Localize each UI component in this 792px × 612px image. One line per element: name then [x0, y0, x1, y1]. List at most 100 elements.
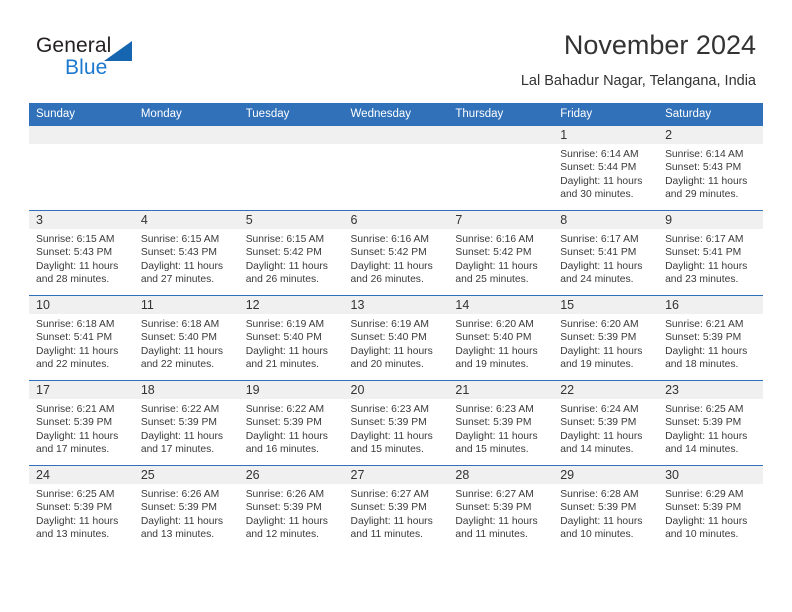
daylight-line-cont: and 26 minutes. — [245, 274, 319, 286]
day-details: Sunrise: 6:22 AM Sunset: 5:39 PM Daylight:… — [239, 399, 344, 457]
calendar-day-cell[interactable]: 4 Sunrise: 6:15 AM Sunset: 5:43 PM Daylight… — [133, 210, 239, 296]
daylight-line-cont: and 23 minutes. — [665, 274, 739, 286]
day-number: 14 — [448, 296, 554, 314]
title-block: November 2024 Lal Bahadur Nagar, Telanga… — [521, 28, 756, 91]
calendar-day-cell[interactable]: 29 Sunrise: 6:28 AM Sunset: 5:39 PM Dayligh… — [553, 465, 659, 550]
sunset-line: Sunset: 5:40 PM — [140, 332, 217, 344]
sunset-line: Sunset: 5:39 PM — [350, 502, 427, 514]
sunrise-line: Sunrise: 6:16 AM — [455, 234, 534, 245]
calendar-day-cell[interactable]: 28 Sunrise: 6:27 AM Sunset: 5:39 PM Dayligh… — [448, 465, 554, 550]
daylight-line-cont: and 18 minutes. — [665, 359, 739, 371]
calendar-header-row: Sunday Monday Tuesday Wednesday Thursday… — [29, 103, 763, 126]
day-number — [238, 126, 344, 144]
day-cell-inner — [29, 126, 134, 210]
sunrise-line: Sunrise: 6:16 AM — [350, 234, 429, 245]
sunrise-line: Sunrise: 6:14 AM — [560, 149, 639, 160]
daylight-line: Daylight: 11 hours — [560, 175, 643, 187]
calendar-day-cell[interactable]: 13 Sunrise: 6:19 AM Sunset: 5:40 PM Dayligh… — [343, 295, 449, 381]
day-number: 27 — [343, 466, 449, 484]
day-details: Sunrise: 6:19 AM Sunset: 5:40 PM Daylight:… — [344, 314, 449, 372]
day-details — [239, 144, 344, 148]
calendar-day-cell[interactable]: 26 Sunrise: 6:26 AM Sunset: 5:39 PM Dayligh… — [238, 465, 344, 550]
weekday-header-thursday: Thursday — [448, 103, 554, 126]
calendar-day-cell[interactable]: 1 Sunrise: 6:14 AM Sunset: 5:44 PM Daylight… — [553, 125, 659, 211]
calendar-day-cell[interactable]: 2 Sunrise: 6:14 AM Sunset: 5:43 PM Daylight… — [658, 125, 763, 211]
calendar-day-cell[interactable]: 19 Sunrise: 6:22 AM Sunset: 5:39 PM Dayligh… — [238, 380, 344, 466]
day-cell-inner: 15 Sunrise: 6:20 AM Sunset: 5:39 PM Dayligh… — [553, 296, 659, 380]
calendar-day-cell[interactable]: 3 Sunrise: 6:15 AM Sunset: 5:43 PM Daylight… — [29, 210, 134, 296]
weekday-header-monday: Monday — [133, 103, 239, 126]
day-number: 15 — [553, 296, 659, 314]
calendar-day-cell[interactable]: 24 Sunrise: 6:25 AM Sunset: 5:39 PM Dayligh… — [29, 465, 134, 550]
day-cell-inner: 29 Sunrise: 6:28 AM Sunset: 5:39 PM Dayligh… — [553, 466, 659, 550]
calendar-day-cell[interactable]: 11 Sunrise: 6:18 AM Sunset: 5:40 PM Dayligh… — [133, 295, 239, 381]
sunrise-line: Sunrise: 6:19 AM — [350, 319, 429, 330]
daylight-line: Daylight: 11 hours — [350, 345, 433, 357]
daylight-line-cont: and 21 minutes. — [245, 359, 319, 371]
daylight-line-cont: and 29 minutes. — [665, 189, 739, 201]
day-cell-inner: 30 Sunrise: 6:29 AM Sunset: 5:39 PM Dayligh… — [658, 466, 763, 550]
day-cell-inner — [238, 126, 344, 210]
calendar-day-cell-empty — [29, 125, 134, 211]
day-number: 3 — [29, 211, 134, 229]
sunset-line: Sunset: 5:39 PM — [36, 417, 113, 429]
day-details: Sunrise: 6:15 AM Sunset: 5:43 PM Daylight:… — [29, 229, 134, 287]
calendar-day-cell[interactable]: 6 Sunrise: 6:16 AM Sunset: 5:42 PM Daylight… — [343, 210, 449, 296]
day-number: 18 — [133, 381, 239, 399]
sunrise-line: Sunrise: 6:25 AM — [665, 404, 744, 415]
day-number: 28 — [448, 466, 554, 484]
day-cell-inner — [448, 126, 554, 210]
day-number: 6 — [343, 211, 449, 229]
day-cell-inner: 23 Sunrise: 6:25 AM Sunset: 5:39 PM Dayligh… — [658, 381, 763, 465]
daylight-line-cont: and 22 minutes. — [36, 359, 110, 371]
day-details: Sunrise: 6:20 AM Sunset: 5:39 PM Daylight:… — [553, 314, 658, 372]
calendar-day-cell[interactable]: 20 Sunrise: 6:23 AM Sunset: 5:39 PM Dayligh… — [343, 380, 449, 466]
calendar-day-cell[interactable]: 14 Sunrise: 6:20 AM Sunset: 5:40 PM Dayligh… — [448, 295, 554, 381]
calendar-day-cell[interactable]: 30 Sunrise: 6:29 AM Sunset: 5:39 PM Dayligh… — [658, 465, 763, 550]
weekday-header-friday: Friday — [553, 103, 659, 126]
day-cell-inner: 24 Sunrise: 6:25 AM Sunset: 5:39 PM Dayligh… — [29, 466, 134, 550]
logo-text-blue: Blue — [65, 56, 108, 79]
sunrise-line: Sunrise: 6:15 AM — [140, 234, 220, 245]
sunrise-line: Sunrise: 6:29 AM — [665, 489, 744, 500]
calendar-day-cell[interactable]: 17 Sunrise: 6:21 AM Sunset: 5:39 PM Dayligh… — [29, 380, 134, 466]
sunset-line: Sunset: 5:39 PM — [455, 417, 532, 429]
calendar-day-cell[interactable]: 8 Sunrise: 6:17 AM Sunset: 5:41 PM Daylight… — [553, 210, 659, 296]
daylight-line: Daylight: 11 hours — [455, 430, 538, 442]
sunset-line: Sunset: 5:41 PM — [36, 332, 113, 344]
sunset-line: Sunset: 5:42 PM — [245, 247, 322, 259]
sunrise-line: Sunrise: 6:14 AM — [665, 149, 744, 160]
daylight-line-cont: and 26 minutes. — [350, 274, 424, 286]
calendar-day-cell[interactable]: 7 Sunrise: 6:16 AM Sunset: 5:42 PM Daylight… — [448, 210, 554, 296]
calendar-day-cell[interactable]: 18 Sunrise: 6:22 AM Sunset: 5:39 PM Dayligh… — [133, 380, 239, 466]
calendar-day-cell-empty — [343, 125, 449, 211]
calendar-day-cell[interactable]: 10 Sunrise: 6:18 AM Sunset: 5:41 PM Dayligh… — [29, 295, 134, 381]
day-number: 21 — [448, 381, 554, 399]
daylight-line-cont: and 16 minutes. — [245, 444, 319, 456]
day-cell-inner: 2 Sunrise: 6:14 AM Sunset: 5:43 PM Daylight… — [658, 126, 763, 210]
calendar-day-cell[interactable]: 16 Sunrise: 6:21 AM Sunset: 5:39 PM Dayligh… — [658, 295, 763, 381]
calendar-day-cell[interactable]: 21 Sunrise: 6:23 AM Sunset: 5:39 PM Dayligh… — [448, 380, 554, 466]
daylight-line-cont: and 15 minutes. — [455, 444, 529, 456]
calendar-day-cell[interactable]: 25 Sunrise: 6:26 AM Sunset: 5:39 PM Dayligh… — [133, 465, 239, 550]
sunset-line: Sunset: 5:39 PM — [665, 502, 742, 514]
sunrise-line: Sunrise: 6:24 AM — [560, 404, 639, 415]
calendar-day-cell[interactable]: 23 Sunrise: 6:25 AM Sunset: 5:39 PM Dayligh… — [658, 380, 763, 466]
sunset-line: Sunset: 5:43 PM — [665, 162, 742, 174]
day-details: Sunrise: 6:27 AM Sunset: 5:39 PM Daylight:… — [344, 484, 449, 542]
day-details: Sunrise: 6:17 AM Sunset: 5:41 PM Daylight:… — [553, 229, 658, 287]
day-cell-inner: 13 Sunrise: 6:19 AM Sunset: 5:40 PM Dayligh… — [343, 296, 449, 380]
calendar-day-cell[interactable]: 27 Sunrise: 6:27 AM Sunset: 5:39 PM Dayligh… — [343, 465, 449, 550]
day-number — [133, 126, 239, 144]
calendar-day-cell[interactable]: 22 Sunrise: 6:24 AM Sunset: 5:39 PM Dayligh… — [553, 380, 659, 466]
calendar-day-cell[interactable]: 9 Sunrise: 6:17 AM Sunset: 5:41 PM Daylight… — [658, 210, 763, 296]
day-number: 7 — [448, 211, 554, 229]
daylight-line-cont: and 11 minutes. — [455, 529, 528, 541]
day-details: Sunrise: 6:18 AM Sunset: 5:40 PM Daylight:… — [134, 314, 239, 372]
calendar-day-cell[interactable]: 5 Sunrise: 6:15 AM Sunset: 5:42 PM Daylight… — [238, 210, 344, 296]
day-cell-inner: 11 Sunrise: 6:18 AM Sunset: 5:40 PM Dayligh… — [133, 296, 239, 380]
calendar-day-cell[interactable]: 12 Sunrise: 6:19 AM Sunset: 5:40 PM Dayligh… — [238, 295, 344, 381]
day-number: 20 — [343, 381, 449, 399]
day-details: Sunrise: 6:27 AM Sunset: 5:39 PM Daylight:… — [448, 484, 553, 542]
calendar-day-cell[interactable]: 15 Sunrise: 6:20 AM Sunset: 5:39 PM Dayligh… — [553, 295, 659, 381]
